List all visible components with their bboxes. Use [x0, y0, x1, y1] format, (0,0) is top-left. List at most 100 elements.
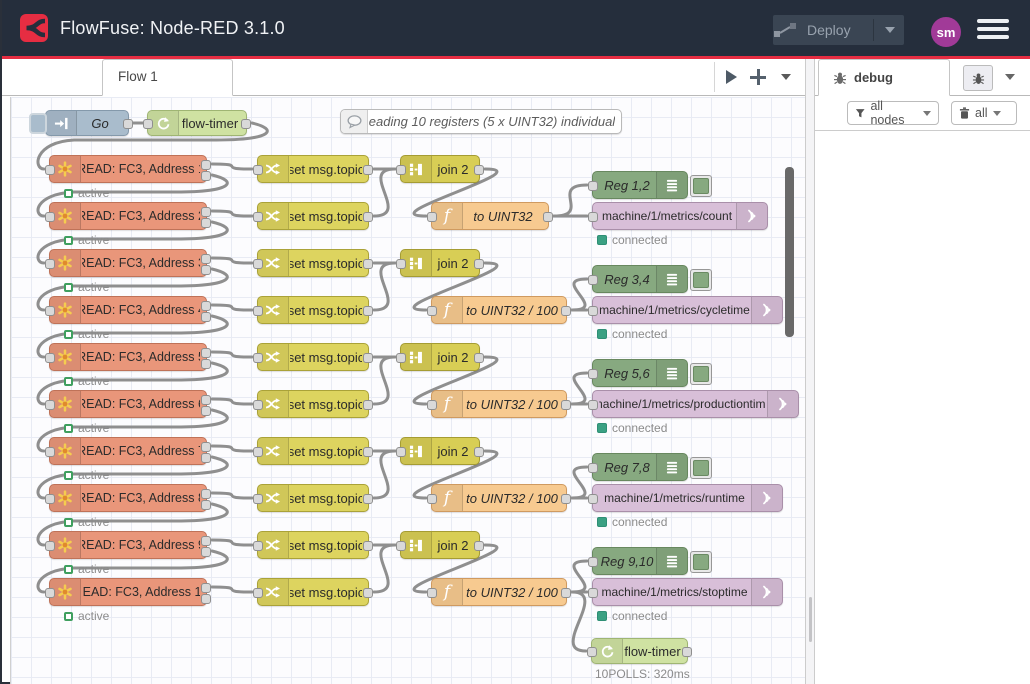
- tab-flow-1[interactable]: Flow 1: [102, 59, 233, 96]
- wire[interactable]: [212, 164, 252, 169]
- input-port[interactable]: [396, 353, 406, 363]
- node-s5-change[interactable]: set msg.topic: [257, 343, 369, 371]
- input-port[interactable]: [253, 212, 263, 222]
- wire[interactable]: [554, 185, 587, 216]
- node-d3-debug[interactable]: Reg 5,6: [592, 359, 688, 387]
- output-port[interactable]: [201, 547, 211, 557]
- output-port[interactable]: [201, 594, 211, 604]
- output-port[interactable]: [201, 489, 211, 499]
- input-port[interactable]: [253, 165, 263, 175]
- output-port[interactable]: [474, 353, 484, 363]
- input-port[interactable]: [45, 212, 55, 222]
- node-r9-modbus[interactable]: READ: FC3, Address 9: [49, 531, 207, 559]
- output-port[interactable]: [201, 160, 211, 170]
- input-port[interactable]: [427, 588, 437, 598]
- output-port[interactable]: [561, 400, 571, 410]
- output-port[interactable]: [363, 259, 373, 269]
- output-port[interactable]: [474, 447, 484, 457]
- output-port[interactable]: [363, 165, 373, 175]
- output-port[interactable]: [561, 494, 571, 504]
- main-menu-button[interactable]: [977, 19, 1009, 39]
- debug-toggle-button[interactable]: [690, 363, 712, 385]
- input-port[interactable]: [253, 306, 263, 316]
- output-port[interactable]: [201, 583, 211, 593]
- output-port[interactable]: [682, 647, 692, 657]
- wire[interactable]: [212, 446, 252, 451]
- sidebar-divider[interactable]: [805, 59, 815, 684]
- input-port[interactable]: [253, 353, 263, 363]
- output-port[interactable]: [363, 353, 373, 363]
- node-r3-modbus[interactable]: READ: FC3, Address 3: [49, 249, 207, 277]
- input-port[interactable]: [396, 541, 406, 551]
- node-d4-debug[interactable]: Reg 7,8: [592, 453, 688, 481]
- input-port[interactable]: [45, 353, 55, 363]
- input-port[interactable]: [45, 541, 55, 551]
- input-port[interactable]: [253, 541, 263, 551]
- node-f4-function[interactable]: fto UINT32 / 100: [431, 484, 567, 512]
- node-s9-change[interactable]: set msg.topic: [257, 531, 369, 559]
- node-c1-comment[interactable]: Reading 10 registers (5 x UINT32) indivi…: [340, 109, 622, 134]
- node-j2-join[interactable]: join 2: [400, 249, 480, 277]
- input-port[interactable]: [588, 463, 598, 473]
- output-port[interactable]: [363, 541, 373, 551]
- node-r4-modbus[interactable]: READ: FC3, Address 4: [49, 296, 207, 324]
- node-r6-modbus[interactable]: READ: FC3, Address 6: [49, 390, 207, 418]
- output-port[interactable]: [561, 306, 571, 316]
- input-port[interactable]: [45, 400, 55, 410]
- wire[interactable]: [374, 545, 395, 592]
- node-r2-modbus[interactable]: READ: FC3, Address 2: [49, 202, 207, 230]
- node-f3-function[interactable]: fto UINT32 / 100: [431, 390, 567, 418]
- output-port[interactable]: [474, 259, 484, 269]
- node-m5-mqtt[interactable]: machine/1/metrics/stoptime: [592, 578, 783, 606]
- input-port[interactable]: [143, 119, 153, 129]
- input-port[interactable]: [396, 259, 406, 269]
- run-icon[interactable]: [726, 70, 737, 84]
- output-port[interactable]: [201, 500, 211, 510]
- wire[interactable]: [572, 279, 587, 310]
- node-f1-function[interactable]: fto UINT32: [431, 202, 549, 230]
- wire[interactable]: [212, 258, 252, 263]
- node-s4-change[interactable]: set msg.topic: [257, 296, 369, 324]
- input-port[interactable]: [588, 369, 598, 379]
- node-s2-change[interactable]: set msg.topic: [257, 202, 369, 230]
- node-r10-modbus[interactable]: READ: FC3, Address 10: [49, 578, 207, 606]
- node-d1-debug[interactable]: Reg 1,2: [592, 171, 688, 199]
- output-port[interactable]: [363, 400, 373, 410]
- input-port[interactable]: [588, 306, 598, 316]
- node-j5-join[interactable]: join 2: [400, 531, 480, 559]
- output-port[interactable]: [363, 588, 373, 598]
- input-port[interactable]: [588, 557, 598, 567]
- output-port[interactable]: [543, 212, 553, 222]
- input-port[interactable]: [253, 447, 263, 457]
- input-port[interactable]: [427, 306, 437, 316]
- node-ft2-timer[interactable]: flow-timer: [591, 638, 688, 664]
- output-port[interactable]: [201, 171, 211, 181]
- debug-toggle-button[interactable]: [690, 175, 712, 197]
- input-port[interactable]: [45, 259, 55, 269]
- debug-toggle-button[interactable]: [690, 457, 712, 479]
- input-port[interactable]: [253, 400, 263, 410]
- node-s6-change[interactable]: set msg.topic: [257, 390, 369, 418]
- output-port[interactable]: [201, 218, 211, 228]
- wire[interactable]: [212, 587, 252, 592]
- wire[interactable]: [212, 399, 252, 404]
- input-port[interactable]: [587, 647, 597, 657]
- node-j1-join[interactable]: join 2: [400, 155, 480, 183]
- node-r5-modbus[interactable]: READ: FC3, Address 5: [49, 343, 207, 371]
- output-port[interactable]: [201, 453, 211, 463]
- debug-filter-button[interactable]: all nodes: [847, 101, 939, 125]
- input-port[interactable]: [588, 181, 598, 191]
- flow-list-caret-icon[interactable]: [781, 74, 791, 80]
- debug-toggle-button[interactable]: [690, 269, 712, 291]
- output-port[interactable]: [201, 406, 211, 416]
- output-port[interactable]: [474, 165, 484, 175]
- node-m2-mqtt[interactable]: machine/1/metrics/cycletime: [592, 296, 783, 324]
- wire[interactable]: [572, 373, 587, 404]
- input-port[interactable]: [588, 494, 598, 504]
- node-s10-change[interactable]: set msg.topic: [257, 578, 369, 606]
- input-port[interactable]: [45, 447, 55, 457]
- node-d2-debug[interactable]: Reg 3,4: [592, 265, 688, 293]
- output-port[interactable]: [201, 207, 211, 217]
- node-s3-change[interactable]: set msg.topic: [257, 249, 369, 277]
- wire[interactable]: [572, 592, 586, 651]
